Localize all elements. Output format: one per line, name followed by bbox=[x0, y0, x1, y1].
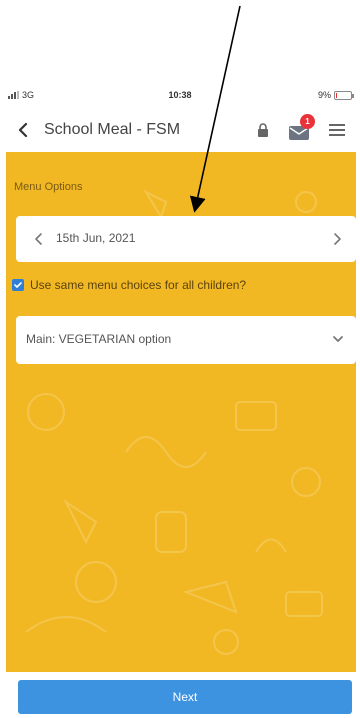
chevron-left-icon[interactable] bbox=[32, 230, 46, 248]
meal-select[interactable]: Main: VEGETARIAN option bbox=[16, 316, 356, 364]
app-header: School Meal - FSM 1 bbox=[0, 110, 360, 152]
status-right: 9% bbox=[317, 90, 354, 100]
chevron-right-icon[interactable] bbox=[330, 230, 344, 248]
status-time: 10:38 bbox=[168, 90, 192, 100]
meal-select-value: Main: VEGETARIAN option bbox=[26, 332, 172, 346]
chevron-down-icon bbox=[333, 336, 343, 342]
battery-icon bbox=[334, 90, 354, 100]
same-choices-label: Use same menu choices for all children? bbox=[30, 278, 247, 292]
same-choices-checkbox[interactable] bbox=[12, 279, 24, 291]
status-bar: 3G 10:38 9% bbox=[0, 86, 360, 106]
same-choices-row[interactable]: Use same menu choices for all children? bbox=[12, 276, 246, 294]
date-label: 15th Jun, 2021 bbox=[56, 231, 136, 245]
battery-percent: 9% bbox=[317, 90, 331, 100]
checkmark-icon bbox=[14, 282, 22, 288]
back-button[interactable] bbox=[12, 118, 34, 142]
battery-fill bbox=[336, 92, 337, 98]
menu-panel: Menu Options 15th Jun, 2021 Use same men… bbox=[6, 152, 356, 672]
date-selector: 15th Jun, 2021 bbox=[16, 216, 356, 262]
mail-badge: 1 bbox=[300, 114, 315, 129]
hamburger-icon[interactable] bbox=[328, 122, 346, 138]
chevron-left-icon bbox=[18, 122, 28, 138]
lock-icon bbox=[258, 123, 268, 137]
page-title: School Meal - FSM bbox=[44, 121, 181, 138]
mail-button[interactable]: 1 bbox=[288, 114, 315, 142]
section-label-menu-options: Menu Options bbox=[14, 181, 83, 193]
next-button[interactable]: Next bbox=[18, 680, 352, 714]
